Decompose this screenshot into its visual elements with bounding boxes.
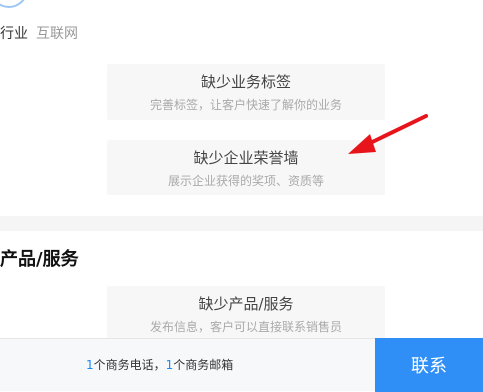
phone-count: 1: [86, 358, 94, 372]
contact-button[interactable]: 联系: [375, 338, 483, 392]
empty-product-title: 缺少产品/服务: [198, 295, 294, 313]
contact-bar: 1个商务电话，1个商务邮箱 联系: [0, 338, 483, 392]
industry-value: 互联网: [36, 26, 78, 42]
section-divider: [0, 216, 483, 231]
contact-summary: 1个商务电话，1个商务邮箱: [86, 356, 233, 373]
email-text: 个商务邮箱: [173, 358, 234, 372]
products-section-title: 产品/服务: [0, 249, 79, 270]
industry-row: 行业 互联网: [0, 26, 78, 42]
red-arrow-annotation-icon: [348, 114, 428, 154]
empty-product-subtitle: 发布信息，客户可以直接联系销售员: [149, 320, 342, 334]
phone-text: 个商务电话，: [93, 358, 166, 372]
empty-tags-title: 缺少业务标签: [200, 73, 291, 91]
industry-label: 行业: [0, 26, 28, 42]
logo-icon: [0, 0, 28, 8]
empty-honor-subtitle: 展示企业获得的奖项、资质等: [167, 174, 324, 188]
empty-product-card[interactable]: 缺少产品/服务 发布信息，客户可以直接联系销售员: [107, 286, 385, 342]
